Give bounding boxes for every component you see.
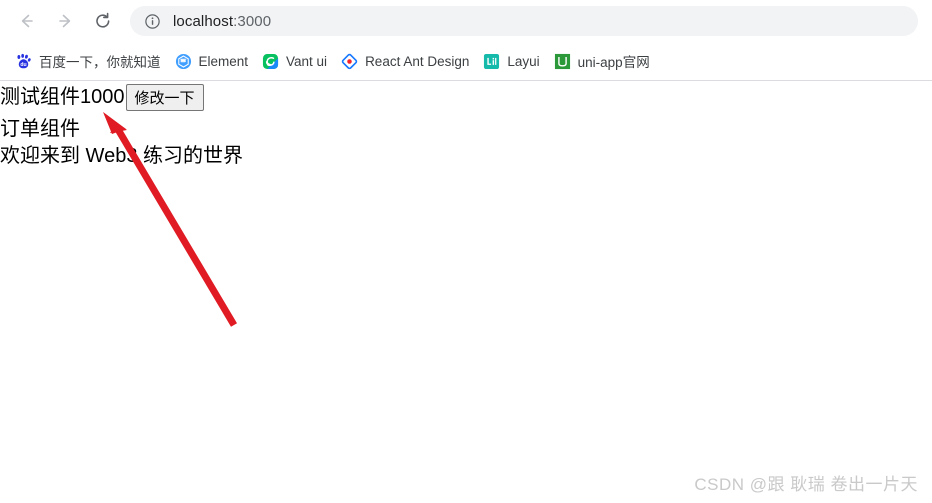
- browser-toolbar: localhost:3000: [0, 0, 932, 42]
- bookmark-react-ant-design[interactable]: React Ant Design: [334, 48, 476, 74]
- bookmark-label: 百度一下，你就知道: [39, 55, 161, 70]
- info-circle-icon[interactable]: [144, 13, 161, 30]
- modify-button[interactable]: 修改一下: [125, 84, 204, 111]
- bookmark-vant-ui[interactable]: Vant ui: [255, 48, 334, 74]
- test-component-text: 测试组件1000: [0, 86, 125, 108]
- element-ui-icon: [175, 53, 191, 69]
- bookmark-label: uni-app官网: [577, 55, 650, 70]
- browser-chrome: localhost:3000 du 百度一下，你就知道 Element Vant…: [0, 0, 932, 81]
- url-text: localhost:3000: [173, 13, 271, 30]
- csdn-watermark: CSDN @跟 耿瑞 卷出一片天: [694, 475, 918, 494]
- bookmark-label: Vant ui: [286, 53, 328, 69]
- baidu-paw-icon: du: [17, 53, 31, 68]
- welcome-text: 欢迎来到 Web3 练习的世界: [0, 145, 243, 167]
- bookmark-label: React Ant Design: [365, 53, 470, 69]
- address-bar[interactable]: localhost:3000: [130, 6, 918, 36]
- vant-ui-icon: [262, 53, 279, 69]
- arrow-left-icon: [21, 14, 33, 28]
- bookmark-uni-app[interactable]: uni-app官网: [547, 48, 657, 74]
- reload-icon: [96, 12, 110, 28]
- forward-button[interactable]: [50, 6, 80, 36]
- svg-text:du: du: [20, 62, 26, 68]
- bookmark-label: Layui: [507, 53, 540, 69]
- bookmark-element[interactable]: Element: [168, 48, 256, 74]
- url-port: :3000: [233, 12, 272, 30]
- bookmark-layui[interactable]: Layui: [476, 48, 546, 74]
- ant-design-icon: [341, 53, 358, 69]
- test-component-row: 测试组件1000 修改一下: [0, 84, 204, 111]
- back-button[interactable]: [12, 6, 42, 36]
- arrow-right-icon: [59, 14, 71, 28]
- layui-icon: [484, 53, 500, 69]
- reload-button[interactable]: [88, 6, 118, 36]
- order-component-text: 订单组件: [0, 118, 80, 140]
- bookmark-baidu[interactable]: du 百度一下，你就知道: [8, 48, 168, 74]
- uni-app-icon: [554, 53, 570, 69]
- page-viewport: 测试组件1000 修改一下 订单组件 欢迎来到 Web3 练习的世界: [0, 81, 932, 503]
- bookmarks-bar: du 百度一下，你就知道 Element Vant ui React Ant D…: [0, 42, 932, 80]
- url-host: localhost: [173, 12, 234, 30]
- bookmark-label: Element: [198, 53, 249, 69]
